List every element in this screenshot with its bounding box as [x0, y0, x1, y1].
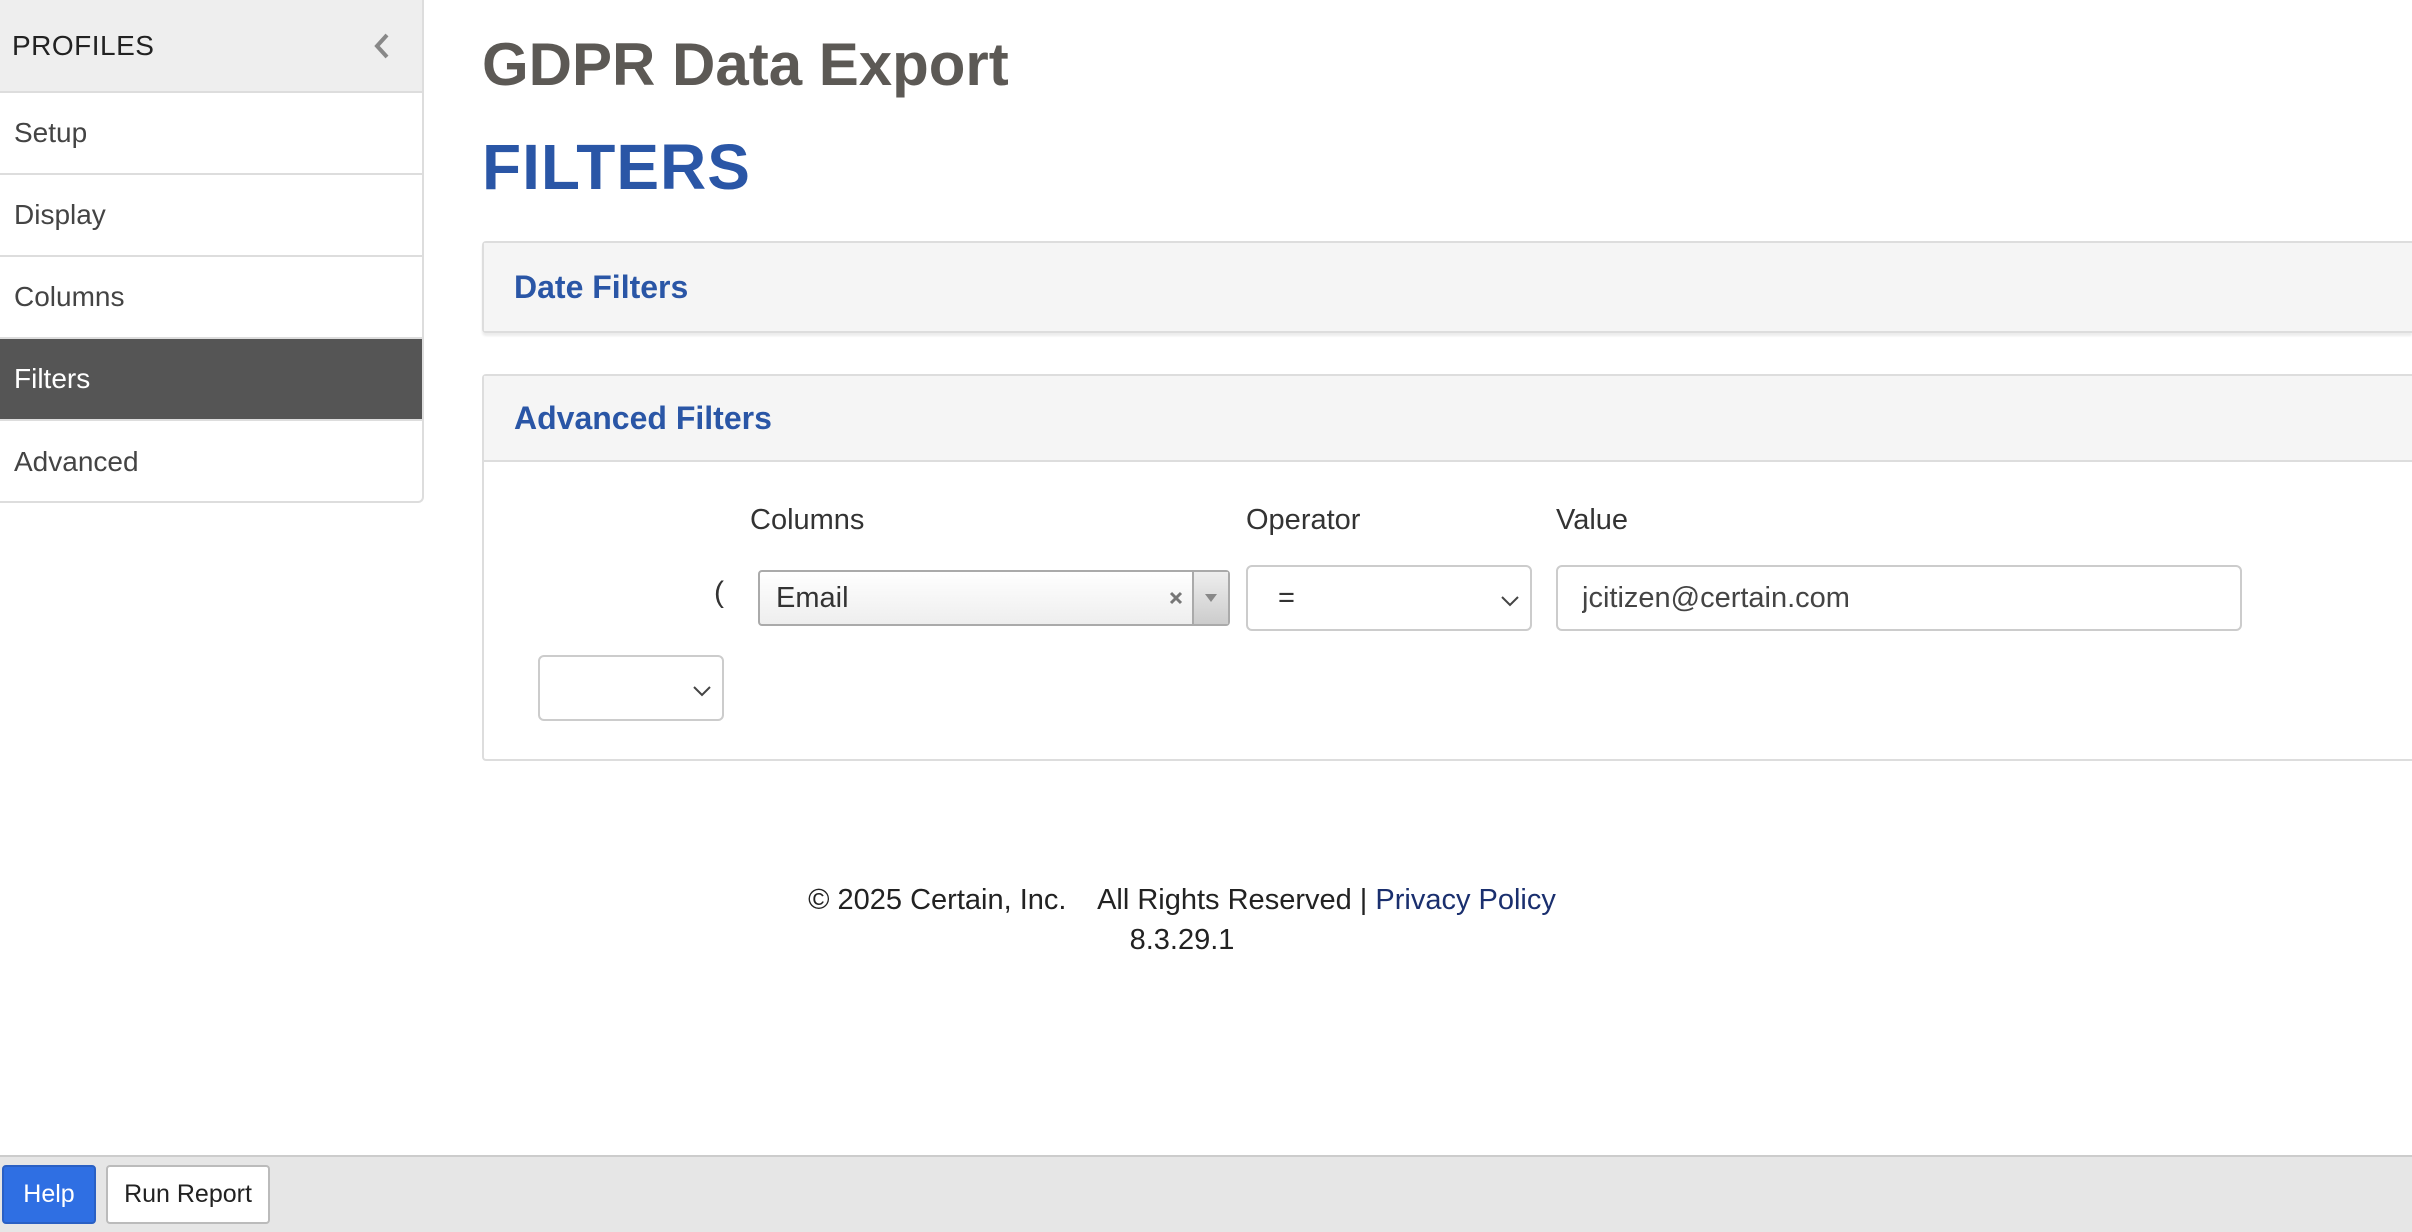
- operator-select-value: =: [1278, 581, 1295, 614]
- sidebar-item-setup[interactable]: Setup: [0, 93, 422, 175]
- sidebar-item-label: Setup: [14, 117, 88, 148]
- help-button[interactable]: Help: [2, 1165, 96, 1224]
- advanced-filters-panel: Advanced Filters Columns Operator Value …: [482, 374, 2412, 761]
- sidebar-item-label: Display: [14, 199, 106, 230]
- footer-copyright-line: © 2025 Certain, Inc. All Rights Reserved…: [482, 880, 1882, 920]
- operator-select[interactable]: =: [1246, 565, 1532, 631]
- sidebar-item-display[interactable]: Display: [0, 175, 422, 257]
- date-filters-heading[interactable]: Date Filters: [484, 243, 2412, 331]
- sidebar-title: PROFILES: [12, 29, 155, 61]
- version-text: 8.3.29.1: [1129, 924, 1235, 956]
- copyright-text: © 2025 Certain, Inc. All Rights Reserved…: [808, 884, 1368, 916]
- value-input[interactable]: [1556, 565, 2242, 631]
- columns-label: Columns: [750, 504, 865, 536]
- sidebar-item-advanced[interactable]: Advanced: [0, 421, 422, 503]
- column-select[interactable]: Email: [758, 570, 1230, 626]
- sidebar-item-label: Filters: [14, 363, 91, 394]
- sidebar: PROFILES Setup Display Columns Filters A…: [0, 0, 424, 503]
- conjunction-select[interactable]: [538, 655, 724, 721]
- chevron-down-icon: [692, 672, 712, 705]
- column-select-value: Email: [776, 581, 849, 614]
- page-title: GDPR Data Export: [482, 31, 1009, 98]
- privacy-policy-link[interactable]: Privacy Policy: [1375, 884, 1556, 916]
- sidebar-header: PROFILES: [0, 0, 422, 93]
- sidebar-item-filters[interactable]: Filters: [0, 339, 422, 421]
- date-filters-panel: Date Filters: [482, 241, 2412, 333]
- operator-label: Operator: [1246, 504, 1361, 536]
- bottom-toolbar: Help Run Report: [0, 1155, 2412, 1232]
- caret-down-icon[interactable]: [1192, 572, 1228, 624]
- sidebar-item-label: Columns: [14, 281, 125, 312]
- value-label: Value: [1556, 504, 1629, 536]
- page-footer: © 2025 Certain, Inc. All Rights Reserved…: [482, 880, 1882, 960]
- section-title: FILTERS: [482, 131, 751, 203]
- run-report-button[interactable]: Run Report: [106, 1165, 270, 1224]
- sidebar-item-label: Advanced: [14, 446, 139, 477]
- advanced-filters-heading[interactable]: Advanced Filters: [484, 376, 2412, 462]
- app-root: PROFILES Setup Display Columns Filters A…: [0, 0, 2412, 1232]
- open-paren: (: [714, 576, 724, 609]
- chevron-left-icon[interactable]: [370, 31, 394, 61]
- sidebar-item-columns[interactable]: Columns: [0, 257, 422, 339]
- clear-icon[interactable]: [1160, 590, 1192, 606]
- chevron-down-icon: [1500, 582, 1520, 615]
